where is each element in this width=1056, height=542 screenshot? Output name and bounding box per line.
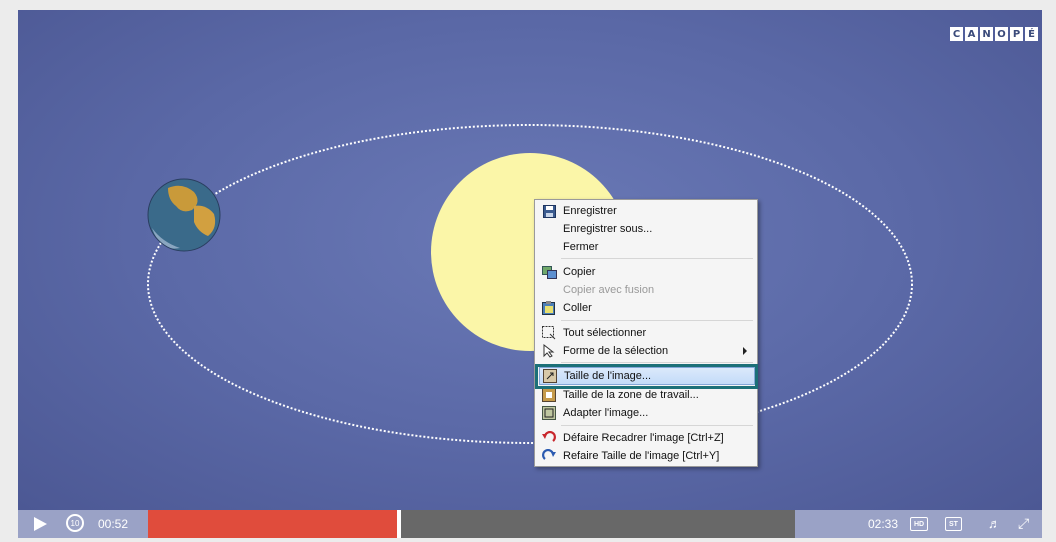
pointer-icon xyxy=(541,343,557,359)
replay-10-icon[interactable]: 10 xyxy=(66,514,84,532)
hd-button[interactable]: HD xyxy=(910,517,929,531)
orbit-scene xyxy=(147,124,913,444)
current-time: 00:52 xyxy=(98,517,129,531)
fullscreen-icon[interactable]: ⤢ xyxy=(1018,515,1029,532)
menu-separator xyxy=(561,362,753,363)
select-all-icon xyxy=(541,325,557,341)
menu-item-tout-selectionner[interactable]: Tout sélectionner xyxy=(539,324,755,342)
play-icon[interactable] xyxy=(34,517,47,531)
menu-item-adapter-l-image[interactable]: Adapter l'image... xyxy=(539,404,755,422)
menu-item-fermer[interactable]: Fermer xyxy=(539,238,755,256)
menu-item-copier-avec-fusion: Copier avec fusion xyxy=(563,284,655,296)
menu-item-coller[interactable]: Coller xyxy=(539,299,755,317)
menu-item-defaire[interactable]: Défaire Recadrer l'image [Ctrl+Z] xyxy=(539,429,755,447)
canope-logo: C A N O P É xyxy=(950,27,1038,41)
menu-separator xyxy=(561,258,753,259)
player-controls: 10 00:52 02:33 HD ST ♬ ⤢ xyxy=(18,510,1042,538)
redo-icon xyxy=(541,448,557,464)
paste-icon xyxy=(541,300,557,316)
menu-item-forme-de-la-selection[interactable]: Forme de la sélection xyxy=(539,342,755,360)
menu-item-enregistrer[interactable]: Enregistrer xyxy=(539,202,755,220)
copy-icon xyxy=(541,264,557,280)
total-time: 02:33 xyxy=(868,517,899,531)
progress-fill xyxy=(148,510,398,538)
menu-separator xyxy=(561,425,753,426)
menu-item-copier[interactable]: Copier xyxy=(539,263,755,281)
save-icon xyxy=(541,203,557,219)
menu-item-refaire[interactable]: Refaire Taille de l'image [Ctrl+Y] xyxy=(539,447,755,465)
volume-icon[interactable]: ♬ xyxy=(988,516,1001,531)
context-menu: Enregistrer Enregistrer sous... Fermer C… xyxy=(534,199,758,467)
canvas-size-icon xyxy=(541,387,557,403)
menu-item-enregistrer-sous[interactable]: Enregistrer sous... xyxy=(539,220,755,238)
menu-separator xyxy=(561,320,753,321)
highlight-frame xyxy=(535,364,758,389)
subtitles-button[interactable]: ST xyxy=(945,517,962,531)
fit-image-icon xyxy=(541,405,557,421)
progress-bar[interactable] xyxy=(148,510,795,538)
video-frame[interactable]: C A N O P É xyxy=(18,10,1042,510)
undo-icon xyxy=(541,430,557,446)
submenu-arrow-icon xyxy=(743,347,747,355)
earth-globe xyxy=(147,178,221,252)
progress-handle[interactable] xyxy=(397,510,402,538)
